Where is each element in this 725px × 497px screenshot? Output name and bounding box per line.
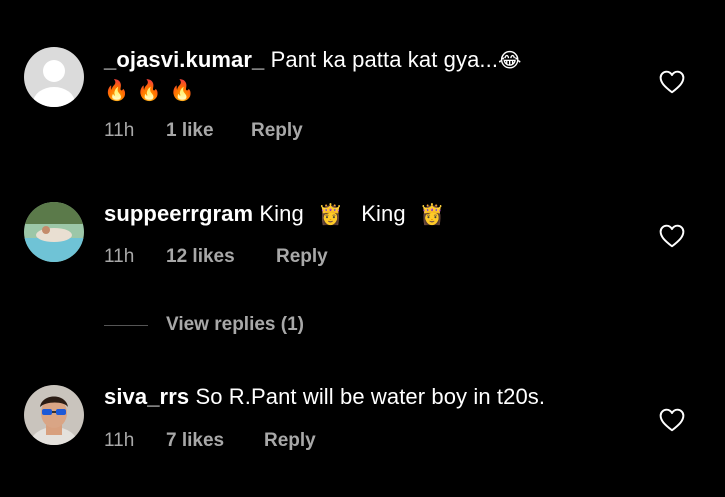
crowned-person-emoji: 👸 <box>419 202 445 226</box>
like-count[interactable]: 1 like <box>166 120 251 142</box>
heart-outline-icon[interactable] <box>659 70 685 94</box>
crowned-person-emoji: 👸 <box>318 202 344 226</box>
laughing-emoji: 😂 <box>498 48 522 72</box>
reply-button[interactable]: Reply <box>251 120 303 142</box>
comment-text: So R.Pant will be water boy in t20s. <box>195 384 546 409</box>
avatar[interactable] <box>24 385 84 445</box>
reply-button[interactable]: Reply <box>264 430 316 452</box>
avatar[interactable] <box>24 202 84 262</box>
comment-username[interactable]: siva_rrs <box>104 384 189 409</box>
view-replies-button[interactable]: View replies (1) <box>104 314 304 336</box>
poolside-avatar-icon <box>24 202 84 262</box>
view-replies-label: View replies (1) <box>166 314 304 335</box>
comment-text: Pant ka patta kat gya... <box>270 47 499 72</box>
comment-time: 11h <box>104 246 135 267</box>
default-avatar-icon <box>24 47 84 107</box>
reply-button[interactable]: Reply <box>276 246 328 268</box>
comment-time: 11h <box>104 430 135 451</box>
comment-body: siva_rrs So R.Pant will be water boy in … <box>104 382 635 412</box>
like-count[interactable]: 12 likes <box>166 246 276 268</box>
heart-outline-icon[interactable] <box>659 408 685 432</box>
person-avatar-icon <box>24 385 84 445</box>
heart-outline-icon[interactable] <box>659 224 685 248</box>
replies-divider <box>104 324 148 326</box>
comment-time: 11h <box>104 120 135 141</box>
comment-username[interactable]: suppeerrgram <box>104 201 253 226</box>
comment-meta: 11h 12 likes Reply <box>104 246 328 268</box>
comment-meta: 11h 7 likes Reply <box>104 430 316 452</box>
comment-meta: 11h 1 like Reply <box>104 120 303 142</box>
comment-text: King <box>361 201 406 226</box>
comment-text: King <box>259 201 304 226</box>
comment-username[interactable]: _ojasvi.kumar_ <box>104 47 264 72</box>
avatar[interactable] <box>24 47 84 107</box>
like-count[interactable]: 7 likes <box>166 430 264 452</box>
comment-body: _ojasvi.kumar_ Pant ka patta kat gya...😂… <box>104 45 635 105</box>
comment-body: suppeerrgram King 👸 King 👸 <box>104 199 635 229</box>
fire-emoji-row: 🔥🔥🔥 <box>104 78 203 102</box>
